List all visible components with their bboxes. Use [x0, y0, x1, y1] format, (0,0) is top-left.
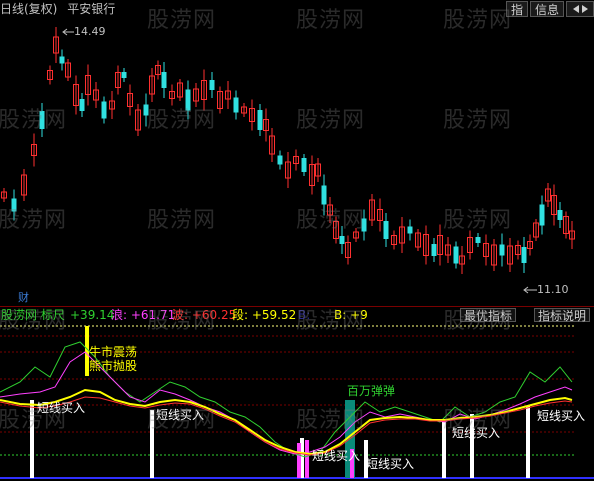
candle-down — [539, 204, 545, 226]
low-price-value: 11.10 — [537, 283, 569, 296]
tab-indicator[interactable]: 指 — [505, 1, 528, 17]
candle-down — [431, 244, 437, 256]
candle-down — [209, 80, 215, 90]
lang-value: 浪: +61.71 — [111, 308, 176, 322]
candle-down — [161, 72, 167, 88]
buy-signal-label: 短线买入 — [312, 449, 361, 463]
biaochi-value: +39.14 — [70, 308, 115, 322]
buy-signal-label: 短线买入 — [366, 457, 415, 471]
candle-down — [143, 104, 149, 116]
b-value: B: +9 — [334, 308, 368, 322]
candle-down — [59, 56, 65, 64]
indicator-readout-bar: 股涝网 标尺 +39.14 浪: +61.71 波: +60.25 段: +59… — [0, 306, 594, 323]
candle-down — [339, 236, 345, 244]
tab-info[interactable]: 信息 — [529, 1, 564, 17]
period-label[interactable]: 日线(复权) — [0, 2, 57, 16]
low-price-label: 11.10 — [523, 283, 569, 296]
duan-value: 段: +59.52 — [232, 308, 297, 322]
candlestick-chart — [1, 27, 575, 274]
candle-down — [79, 99, 85, 111]
candle-down — [383, 221, 389, 239]
candle-down — [257, 110, 263, 130]
arrow-left-icon — [62, 28, 74, 36]
candle-down — [233, 97, 239, 113]
candle-down — [321, 185, 327, 205]
candle-down — [499, 244, 505, 256]
magenta-signal-bar — [305, 440, 309, 478]
buy-signal-label: 短线买入 — [452, 426, 501, 440]
candle-down — [39, 111, 45, 129]
candle-down — [301, 158, 307, 172]
candle-down — [407, 226, 413, 234]
high-price-value: 14.49 — [74, 25, 106, 38]
buy-signal-bar — [30, 400, 34, 478]
indicator-help-button[interactable]: 指标说明 — [534, 308, 591, 323]
finance-marker[interactable]: 财 — [18, 289, 29, 305]
candle-down — [557, 210, 563, 220]
candle-down — [11, 198, 17, 212]
hidden-b-label: B: — [298, 308, 311, 322]
buy-signal-label: 短线买入 — [37, 401, 86, 415]
best-indicator-button[interactable]: 最优指标 — [460, 308, 517, 323]
candle-down — [121, 72, 127, 78]
buy-signal-label: 短线买入 — [537, 409, 586, 423]
arrow-right-icon[interactable] — [581, 5, 588, 13]
candle-down — [185, 89, 191, 111]
candle-down — [101, 101, 107, 119]
oscillator-line — [0, 388, 573, 456]
magenta-signal-bar — [297, 443, 301, 478]
bear-market-annotation: 熊市抛股 — [89, 359, 138, 373]
candle-down — [475, 237, 481, 243]
stock-name: 平安银行 — [67, 2, 116, 16]
million-annotation: 百万弹弹 — [347, 384, 396, 398]
candle-down — [361, 218, 367, 232]
buy-signal-label: 短线买入 — [156, 408, 205, 422]
candle-down — [453, 246, 459, 264]
candle-down — [521, 247, 527, 263]
price-chart-panel[interactable]: 日线(复权) 平安银行 指 信息 14.49 11.10 财 — [0, 0, 594, 306]
tab-scroll-arrows[interactable] — [566, 1, 594, 17]
chart-title-bar: 日线(复权) 平安银行 — [0, 0, 121, 18]
arrow-left-icon — [523, 286, 537, 294]
indicator-chart-panel[interactable]: 牛市震荡 熊市抛股 百万弹弹 短线买入 短线买入 短线买入 短线买入 短线买入 … — [0, 322, 594, 481]
indicator-name[interactable]: 股涝网 标尺 — [1, 307, 65, 323]
arrow-left-icon[interactable] — [572, 5, 579, 13]
buy-signal-bar — [526, 406, 530, 478]
candle-down — [277, 155, 283, 165]
high-price-label: 14.49 — [62, 25, 106, 38]
buy-signal-bar — [442, 420, 446, 478]
panel-tabs: 指 信息 — [504, 0, 594, 18]
bo-value: 波: +60.25 — [172, 308, 237, 322]
buy-signal-bar — [150, 410, 154, 478]
